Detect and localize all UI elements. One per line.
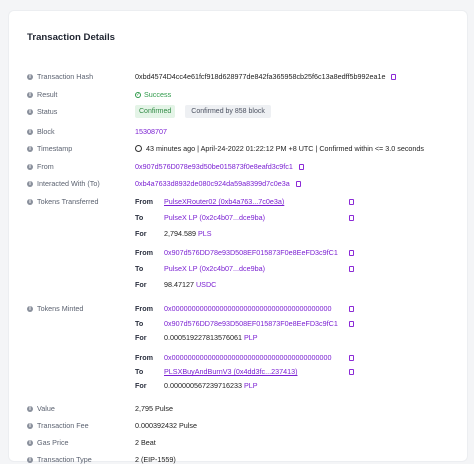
transaction-details-card: Transaction Details i Transaction Hash 0… bbox=[8, 10, 468, 464]
mint-1-from-row: From 0x000000000000000000000000000000000… bbox=[135, 304, 332, 313]
mint-1-to-link[interactable]: 0x907d576DD78e93D508EF015873F0e8EeFD3c9f… bbox=[164, 319, 338, 328]
mint-2-from-link[interactable]: 0x00000000000000000000000000000000000000… bbox=[164, 353, 332, 362]
value-value: 2,795 Pulse bbox=[135, 404, 173, 413]
info-icon: i bbox=[27, 305, 33, 312]
mint-2-to-row: To PLSXBuyAndBurnV3 (0x4dd3fc...237413) bbox=[135, 367, 298, 376]
info-icon: i bbox=[27, 91, 33, 98]
transfer-2-for-row: For 98.47127 USDC bbox=[135, 280, 217, 289]
copy-icon[interactable] bbox=[349, 250, 354, 256]
mint-1-from-link[interactable]: 0x00000000000000000000000000000000000000… bbox=[164, 304, 332, 313]
gas-price-value: 2 Beat bbox=[135, 438, 156, 447]
mint-1-for-row: For 0.000519227813576061 PLP bbox=[135, 333, 258, 342]
fee-label: i Transaction Fee bbox=[27, 421, 89, 430]
tokens-transferred-label: i Tokens Transferred bbox=[27, 197, 99, 206]
transfer-2-to-row: To PulseX LP (0x2c4b07...dce9ba) bbox=[135, 264, 265, 273]
result-label: i Result bbox=[27, 90, 57, 99]
info-icon: i bbox=[27, 163, 33, 170]
interacted-label: i Interacted With (To) bbox=[27, 179, 100, 188]
tx-type-label: i Transaction Type bbox=[27, 455, 92, 464]
gas-price-label: i Gas Price bbox=[27, 438, 69, 447]
copy-icon[interactable] bbox=[349, 321, 354, 327]
from-label: i From bbox=[27, 162, 54, 171]
tx-type-value: 2 (EIP-1559) bbox=[135, 455, 176, 464]
tx-hash-value: 0xbd4574D4cc4e61fcf918d628977de842fa3659… bbox=[135, 72, 397, 81]
block-label: i Block bbox=[27, 127, 55, 136]
token-link[interactable]: PLS bbox=[198, 229, 212, 238]
transfer-2-to-link[interactable]: PulseX LP (0x2c4b07...dce9ba) bbox=[164, 264, 265, 273]
status-label: i Status bbox=[27, 107, 57, 116]
copy-icon[interactable] bbox=[349, 215, 354, 221]
timestamp-label: i Timestamp bbox=[27, 144, 72, 153]
interacted-address-link[interactable]: 0xb4a7633d8932de080c924da59a8399d7c0e3a bbox=[135, 179, 290, 188]
from-address-link[interactable]: 0x907d576D078e93d50be015873f0e8eafd3c9fc… bbox=[135, 162, 293, 171]
interacted-value: 0xb4a7633d8932de080c924da59a8399d7c0e3a bbox=[135, 179, 301, 188]
token-link[interactable]: PLP bbox=[244, 333, 258, 342]
tokens-minted-label: i Tokens Minted bbox=[27, 304, 83, 313]
mint-1-to-row: To 0x907d576DD78e93D508EF015873F0e8EeFD3… bbox=[135, 319, 338, 328]
token-link[interactable]: USDC bbox=[196, 280, 216, 289]
value-label: i Value bbox=[27, 404, 55, 413]
transfer-1-to-link[interactable]: PulseX LP (0x2c4b07...dce9ba) bbox=[164, 213, 265, 222]
transfer-1-for-row: For 2,794.589 PLS bbox=[135, 229, 212, 238]
info-icon: i bbox=[27, 145, 33, 152]
info-icon: i bbox=[27, 180, 33, 187]
transfer-1-from-row: From PulseXRouter02 (0xb4a763...7c0e3a) bbox=[135, 197, 285, 206]
check-circle-icon: ✓ bbox=[135, 91, 141, 98]
mint-2-to-link[interactable]: PLSXBuyAndBurnV3 (0x4dd3fc...237413) bbox=[164, 367, 297, 376]
copy-icon[interactable] bbox=[349, 369, 354, 375]
info-icon: i bbox=[27, 422, 33, 429]
copy-icon[interactable] bbox=[295, 180, 301, 187]
info-icon: i bbox=[27, 439, 33, 446]
copy-icon[interactable] bbox=[349, 355, 354, 361]
info-icon: i bbox=[27, 108, 33, 115]
confirmations-badge: Confirmed by 858 block bbox=[185, 105, 271, 118]
copy-icon[interactable] bbox=[349, 266, 354, 272]
result-value: ✓ Success bbox=[135, 90, 172, 99]
copy-icon[interactable] bbox=[391, 73, 397, 80]
info-icon: i bbox=[27, 405, 33, 412]
timestamp-value: 43 minutes ago | April-24-2022 01:22:12 … bbox=[135, 144, 424, 153]
mint-2-from-row: From 0x000000000000000000000000000000000… bbox=[135, 353, 332, 362]
clock-icon bbox=[135, 145, 142, 152]
transfer-1-to-row: To PulseX LP (0x2c4b07...dce9ba) bbox=[135, 213, 265, 222]
status-value: Confirmed Confirmed by 858 block bbox=[135, 105, 271, 118]
transfer-2-from-row: From 0x907d576DD78e93D508EF015873F0e8EeF… bbox=[135, 248, 338, 257]
copy-icon[interactable] bbox=[349, 306, 354, 312]
block-link[interactable]: 15308707 bbox=[135, 127, 167, 136]
mint-2-for-row: For 0.000000567239716233 PLP bbox=[135, 381, 258, 390]
transfer-2-from-link[interactable]: 0x907d576DD78e93D508EF015873F0e8EeFD3c9f… bbox=[164, 248, 338, 257]
token-link[interactable]: PLP bbox=[244, 381, 258, 390]
info-icon: i bbox=[27, 128, 33, 135]
info-icon: i bbox=[27, 198, 33, 205]
fee-value: 0.000392432 Pulse bbox=[135, 421, 197, 430]
copy-icon[interactable] bbox=[298, 163, 304, 170]
tx-hash-label: i Transaction Hash bbox=[27, 72, 93, 81]
page-title: Transaction Details bbox=[27, 32, 115, 43]
status-badge: Confirmed bbox=[135, 105, 176, 118]
info-icon: i bbox=[27, 73, 33, 80]
from-value: 0x907d576D078e93d50be015873f0e8eafd3c9fc… bbox=[135, 162, 304, 171]
info-icon: i bbox=[27, 456, 33, 463]
transfer-1-from-link[interactable]: PulseXRouter02 (0xb4a763...7c0e3a) bbox=[164, 197, 284, 206]
copy-icon[interactable] bbox=[349, 199, 354, 205]
